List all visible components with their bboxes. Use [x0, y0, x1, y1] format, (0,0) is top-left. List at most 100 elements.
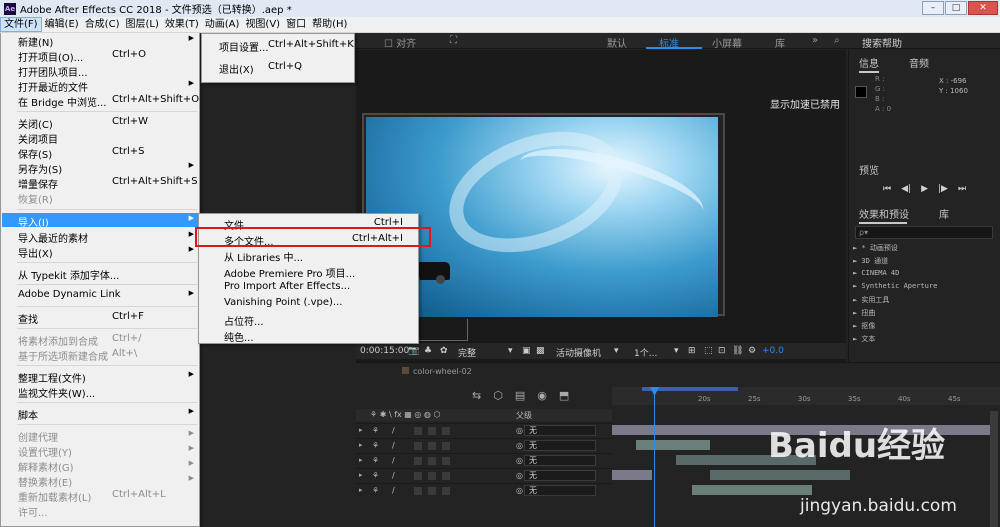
file-menu-item[interactable]: 脚本 ▶ — [2, 406, 198, 422]
solid-item[interactable]: 纯色... — [200, 328, 417, 344]
file-menu-item[interactable]: 监视文件夹(W)... — [2, 384, 198, 400]
switch-box[interactable] — [442, 472, 450, 480]
menu-edit[interactable]: 编辑(E) — [42, 17, 82, 32]
play-icon[interactable]: ▶ — [921, 184, 928, 194]
layer-duration-bar[interactable] — [710, 470, 850, 480]
menu-window[interactable]: 窗口 — [283, 17, 309, 32]
snap-options-icon[interactable]: ⛶ — [450, 35, 457, 46]
file-menu-item[interactable]: 导出(X) ▶ — [2, 244, 198, 260]
menu-view[interactable]: 视图(V) — [242, 17, 283, 32]
file-menu-item[interactable]: 从 Typekit 添加字体... — [2, 266, 198, 282]
import-premiere-project-item[interactable]: Adobe Premiere Pro 项目... — [200, 264, 417, 280]
switch-box[interactable] — [428, 442, 436, 450]
expand-arrow-icon[interactable]: ▸ — [359, 486, 363, 494]
switch-box[interactable] — [414, 472, 422, 480]
comp-flowchart-icon[interactable]: ⛓ — [732, 346, 743, 356]
menu-file[interactable]: 文件(F) — [0, 17, 42, 32]
fast-previews-icon[interactable]: ⬚ — [704, 346, 713, 356]
shy-switch-icon[interactable]: ⚘ — [372, 426, 379, 435]
switch-box[interactable] — [442, 442, 450, 450]
switch-box[interactable] — [442, 427, 450, 435]
color-channel-icon[interactable]: ✿ — [440, 346, 448, 356]
fx-category[interactable]: ► CINEMA 4D — [853, 269, 899, 277]
parent-dropdown[interactable]: 无 — [524, 425, 596, 436]
file-menu-item[interactable]: 打开团队项目... — [2, 63, 198, 79]
file-menu-item[interactable]: 另存为(S) ▶ — [2, 160, 198, 176]
pick-whip-icon[interactable]: ◎ — [516, 471, 523, 480]
minimize-button[interactable]: – — [922, 1, 944, 15]
current-time-indicator[interactable] — [654, 387, 655, 527]
vanishing-point-item[interactable]: Vanishing Point (.vpe)... — [200, 296, 417, 310]
tab-info[interactable]: 信息 — [859, 55, 879, 73]
workspace-default[interactable]: 默认 — [607, 35, 627, 50]
effects-search-input[interactable]: ρ▾ — [855, 226, 993, 239]
resolution-dropdown[interactable]: 完整 — [458, 346, 476, 359]
hide-shy-layers-icon[interactable]: ⬡ — [493, 389, 503, 402]
transparency-grid-icon[interactable]: ▩ — [536, 346, 545, 356]
parent-dropdown[interactable]: 无 — [524, 440, 596, 451]
layer-duration-bar[interactable] — [612, 470, 652, 480]
switch-box[interactable] — [428, 457, 436, 465]
layer-row[interactable]: ▸ ⚘ / ◎ 无 — [356, 438, 612, 452]
switch-box[interactable] — [414, 442, 422, 450]
placeholder-item[interactable]: 占位符... — [200, 312, 417, 328]
tab-library[interactable]: 库 — [939, 206, 949, 221]
expand-arrow-icon[interactable]: ▸ — [359, 456, 363, 464]
menu-help[interactable]: 帮助(H) — [309, 17, 350, 32]
pick-whip-icon[interactable]: ◎ — [516, 426, 523, 435]
exit-item[interactable]: 退出(X) Ctrl+Q — [203, 60, 353, 76]
motion-blur-icon[interactable]: ◉ — [537, 389, 547, 402]
fx-category[interactable]: ► 扭曲 — [853, 308, 875, 318]
draft-3d-icon[interactable]: ⇆ — [472, 389, 481, 402]
reset-exposure-icon[interactable]: ⚙ — [748, 346, 756, 356]
file-menu-item[interactable]: 在 Bridge 中浏览... Ctrl+Alt+Shift+O — [2, 93, 199, 109]
pick-whip-icon[interactable]: ◎ — [516, 486, 523, 495]
quality-switch-icon[interactable]: / — [392, 471, 395, 480]
shy-switch-icon[interactable]: ⚘ — [372, 486, 379, 495]
maximize-button[interactable]: □ — [945, 1, 967, 15]
quality-switch-icon[interactable]: / — [392, 486, 395, 495]
pro-import-item[interactable]: Pro Import After Effects... — [200, 280, 417, 294]
file-menu-item-import[interactable]: 导入(I) ▶ — [2, 213, 198, 229]
switch-box[interactable] — [442, 457, 450, 465]
shy-switch-icon[interactable]: ⚘ — [372, 441, 379, 450]
file-menu-item[interactable]: 增量保存 Ctrl+Alt+Shift+S — [2, 175, 198, 191]
switch-box[interactable] — [414, 427, 422, 435]
view-layout-chevron-icon[interactable]: ▾ — [674, 346, 679, 356]
tab-audio[interactable]: 音频 — [909, 55, 929, 70]
exposure-value[interactable]: +0.0 — [762, 346, 784, 356]
layer-row[interactable]: ▸ ⚘ / ◎ 无 — [356, 423, 612, 437]
fx-category[interactable]: ► Synthetic Aperture — [853, 282, 937, 290]
menu-effect[interactable]: 效果(T) — [162, 17, 202, 32]
fx-category[interactable]: ► 文本 — [853, 334, 875, 344]
region-of-interest-icon[interactable]: ▣ — [522, 346, 531, 356]
shy-switch-icon[interactable]: ⚘ — [372, 471, 379, 480]
fx-category[interactable]: ► 3D 通道 — [853, 256, 888, 266]
parent-dropdown[interactable]: 无 — [524, 485, 596, 496]
pick-whip-icon[interactable]: ◎ — [516, 441, 523, 450]
tab-effects-presets[interactable]: 效果和预设 — [859, 206, 909, 224]
parent-dropdown[interactable]: 无 — [524, 470, 596, 481]
fx-category[interactable]: ► * 动画预设 — [853, 243, 898, 253]
timeline-vertical-scrollbar[interactable] — [990, 411, 998, 527]
project-settings-item[interactable]: 项目设置... Ctrl+Alt+Shift+K — [203, 38, 354, 54]
pick-whip-icon[interactable]: ◎ — [516, 456, 523, 465]
previous-frame-icon[interactable]: ◀| — [901, 184, 911, 194]
switch-box[interactable] — [428, 427, 436, 435]
file-menu-item[interactable]: Adobe Dynamic Link ▶ — [2, 288, 198, 302]
more-workspaces-icon[interactable]: » — [812, 35, 818, 46]
import-from-libraries-item[interactable]: 从 Libraries 中... — [200, 248, 417, 264]
file-menu-item[interactable]: 导入最近的素材 ▶ — [2, 229, 198, 245]
frame-blending-icon[interactable]: ▤ — [515, 389, 525, 402]
menu-animation[interactable]: 动画(A) — [202, 17, 243, 32]
file-menu-item[interactable]: 查找 Ctrl+F — [2, 310, 198, 326]
switch-box[interactable] — [414, 487, 422, 495]
file-menu-item[interactable]: 关闭(C) Ctrl+W — [2, 115, 198, 131]
layer-row[interactable]: ▸ ⚘ / ◎ 无 — [356, 468, 612, 482]
expand-arrow-icon[interactable]: ▸ — [359, 426, 363, 434]
file-menu-item[interactable]: 保存(S) Ctrl+S — [2, 145, 198, 161]
shy-switch-icon[interactable]: ⚘ — [372, 456, 379, 465]
close-button[interactable]: ✕ — [968, 1, 998, 15]
layer-row[interactable]: ▸ ⚘ / ◎ 无 — [356, 453, 612, 467]
timeline-tab[interactable]: color-wheel-02 — [402, 367, 472, 376]
